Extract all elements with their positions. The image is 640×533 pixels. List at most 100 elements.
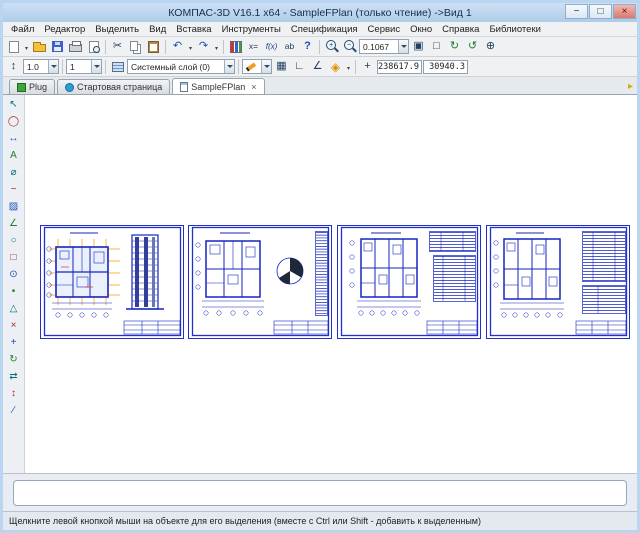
cut-icon[interactable]: ✂ bbox=[109, 39, 126, 54]
tab-plug[interactable]: Plug bbox=[9, 79, 55, 94]
angle-icon[interactable]: ∠ bbox=[309, 59, 326, 74]
library-manager-icon[interactable] bbox=[227, 39, 244, 54]
tool-rectangle-icon[interactable]: □ bbox=[5, 250, 23, 266]
snap-dropdown-icon[interactable]: ▾ bbox=[345, 59, 352, 74]
zoom-in-icon[interactable] bbox=[323, 39, 340, 54]
tab-samplefplan-label: SampleFPlan bbox=[191, 82, 245, 92]
menu-help[interactable]: Справка bbox=[437, 24, 484, 35]
tool-diameter-icon[interactable]: ⌀ bbox=[5, 165, 23, 181]
coordinate-x-field[interactable]: 238617.9 bbox=[377, 60, 422, 74]
maximize-icon[interactable]: □ bbox=[589, 4, 612, 19]
zoom-scale-combo[interactable]: 0.1067 bbox=[359, 39, 409, 54]
spelling-icon[interactable]: ab bbox=[281, 39, 298, 54]
tool-select-icon[interactable]: ↖ bbox=[5, 97, 23, 113]
line-style-dropdown-icon[interactable] bbox=[261, 60, 271, 73]
print-preview-icon[interactable] bbox=[85, 39, 102, 54]
tool-spline-icon[interactable]: ~ bbox=[5, 182, 23, 198]
tool-scale-icon[interactable]: ↕ bbox=[5, 386, 23, 402]
close-icon[interactable]: × bbox=[613, 4, 636, 19]
zoom-frame-icon[interactable]: ▣ bbox=[410, 39, 427, 54]
grid-icon[interactable]: ▦ bbox=[273, 59, 290, 74]
redo-dropdown-icon[interactable]: ▾ bbox=[213, 39, 220, 54]
pan-icon[interactable]: ⊕ bbox=[482, 39, 499, 54]
paste-icon[interactable] bbox=[145, 39, 162, 54]
coordinates-icon[interactable]: + bbox=[359, 59, 376, 74]
tool-circle-icon[interactable]: ○ bbox=[5, 233, 23, 249]
menu-service[interactable]: Сервис bbox=[363, 24, 406, 35]
main-area: ↖ ◯ ↔ A ⌀ ~ ▨ ∠ ○ □ ⊙ • △ × + ↻ ⇄ ↕ ∕ bbox=[3, 95, 637, 473]
view-number-combo[interactable]: 1 bbox=[66, 59, 102, 74]
current-layer-combo[interactable]: Системный слой (0) bbox=[127, 59, 235, 74]
books-glyph bbox=[230, 41, 242, 53]
zoom-all-icon[interactable]: □ bbox=[428, 39, 445, 54]
menu-file[interactable]: Файл bbox=[6, 24, 39, 35]
menu-select[interactable]: Выделить bbox=[90, 24, 144, 35]
pencil-icon bbox=[246, 62, 256, 71]
status-message: Щелкните левой кнопкой мыши на объекте д… bbox=[9, 516, 481, 526]
zoom-out-icon[interactable] bbox=[341, 39, 358, 54]
save-icon[interactable] bbox=[49, 39, 66, 54]
tool-erase-icon[interactable]: × bbox=[5, 318, 23, 334]
tool-rotate-icon[interactable]: ↻ bbox=[5, 352, 23, 368]
help-icon[interactable]: ? bbox=[299, 39, 316, 54]
zoom-scale-dropdown-icon[interactable] bbox=[398, 40, 408, 53]
open-folder-glyph bbox=[33, 44, 46, 52]
tool-dimensions-icon[interactable]: ↔ bbox=[5, 131, 23, 147]
tool-annotations-icon[interactable]: A bbox=[5, 148, 23, 164]
variables-icon[interactable]: x= bbox=[245, 39, 262, 54]
minimize-icon[interactable]: − bbox=[565, 4, 588, 19]
property-bar-field bbox=[13, 480, 627, 506]
tool-polyline-icon[interactable]: ∠ bbox=[5, 216, 23, 232]
coordinate-y-field[interactable]: 30940.3 bbox=[423, 60, 468, 74]
drawing-canvas[interactable] bbox=[25, 95, 637, 473]
cursor-step-icon[interactable]: ↕ bbox=[5, 59, 22, 74]
line-style-combo[interactable] bbox=[242, 59, 272, 74]
title-bar[interactable]: КОМПАС-3D V16.1 x64 - SampleFPlan (тольк… bbox=[3, 3, 637, 22]
menu-view[interactable]: Вид bbox=[144, 24, 171, 35]
tab-list-icon[interactable]: ▸ bbox=[628, 81, 633, 92]
toolbar-separator bbox=[165, 40, 166, 54]
tool-move-icon[interactable]: + bbox=[5, 335, 23, 351]
tool-ellipse-icon[interactable]: ⊙ bbox=[5, 267, 23, 283]
new-document-dropdown-icon[interactable]: ▾ bbox=[23, 39, 30, 54]
print-icon[interactable] bbox=[67, 39, 84, 54]
undo-dropdown-icon[interactable]: ▾ bbox=[187, 39, 194, 54]
tool-hatch-icon[interactable]: ▨ bbox=[5, 199, 23, 215]
toolbar-separator bbox=[355, 60, 356, 74]
refresh-image-icon[interactable]: ↻ bbox=[446, 39, 463, 54]
paste-glyph bbox=[148, 41, 159, 53]
new-document-icon[interactable] bbox=[5, 39, 22, 54]
drawing-sheet-2[interactable] bbox=[188, 225, 332, 339]
menu-insert[interactable]: Вставка bbox=[171, 24, 216, 35]
view-number-dropdown-icon[interactable] bbox=[91, 60, 101, 73]
redo-icon[interactable]: ↷ bbox=[195, 39, 212, 54]
tool-measure-icon[interactable]: △ bbox=[5, 301, 23, 317]
cursor-step-dropdown-icon[interactable] bbox=[48, 60, 58, 73]
tab-start-page[interactable]: Стартовая страница bbox=[57, 79, 170, 94]
copy-icon[interactable] bbox=[127, 39, 144, 54]
menu-editor[interactable]: Редактор bbox=[39, 24, 90, 35]
drawing-sheet-3[interactable] bbox=[337, 225, 481, 339]
menu-window[interactable]: Окно bbox=[405, 24, 437, 35]
snap-settings-icon[interactable]: ◈ bbox=[327, 59, 344, 74]
menu-tools[interactable]: Инструменты bbox=[217, 24, 286, 35]
drawing-sheet-1[interactable] bbox=[40, 225, 184, 339]
cursor-step-combo[interactable]: 1.0 bbox=[23, 59, 59, 74]
layer-states-icon[interactable] bbox=[109, 59, 126, 74]
tool-mirror-icon[interactable]: ⇄ bbox=[5, 369, 23, 385]
drawing-sheet-4[interactable] bbox=[486, 225, 630, 339]
tool-geometry-icon[interactable]: ◯ bbox=[5, 114, 23, 130]
fx-icon[interactable]: f(x) bbox=[263, 39, 280, 54]
undo-icon[interactable]: ↶ bbox=[169, 39, 186, 54]
current-layer-dropdown-icon[interactable] bbox=[224, 60, 234, 73]
menu-libraries[interactable]: Библиотеки bbox=[484, 24, 545, 35]
magnifier-plus-glyph bbox=[324, 39, 339, 54]
tab-samplefplan[interactable]: SampleFPlan × bbox=[172, 78, 264, 94]
ortho-icon[interactable]: ∟ bbox=[291, 59, 308, 74]
tool-point-icon[interactable]: • bbox=[5, 284, 23, 300]
tool-trim-icon[interactable]: ∕ bbox=[5, 403, 23, 419]
open-icon[interactable] bbox=[31, 39, 48, 54]
rebuild-icon[interactable]: ↺ bbox=[464, 39, 481, 54]
menu-specification[interactable]: Спецификация bbox=[286, 24, 363, 35]
tab-close-icon[interactable]: × bbox=[251, 82, 256, 92]
